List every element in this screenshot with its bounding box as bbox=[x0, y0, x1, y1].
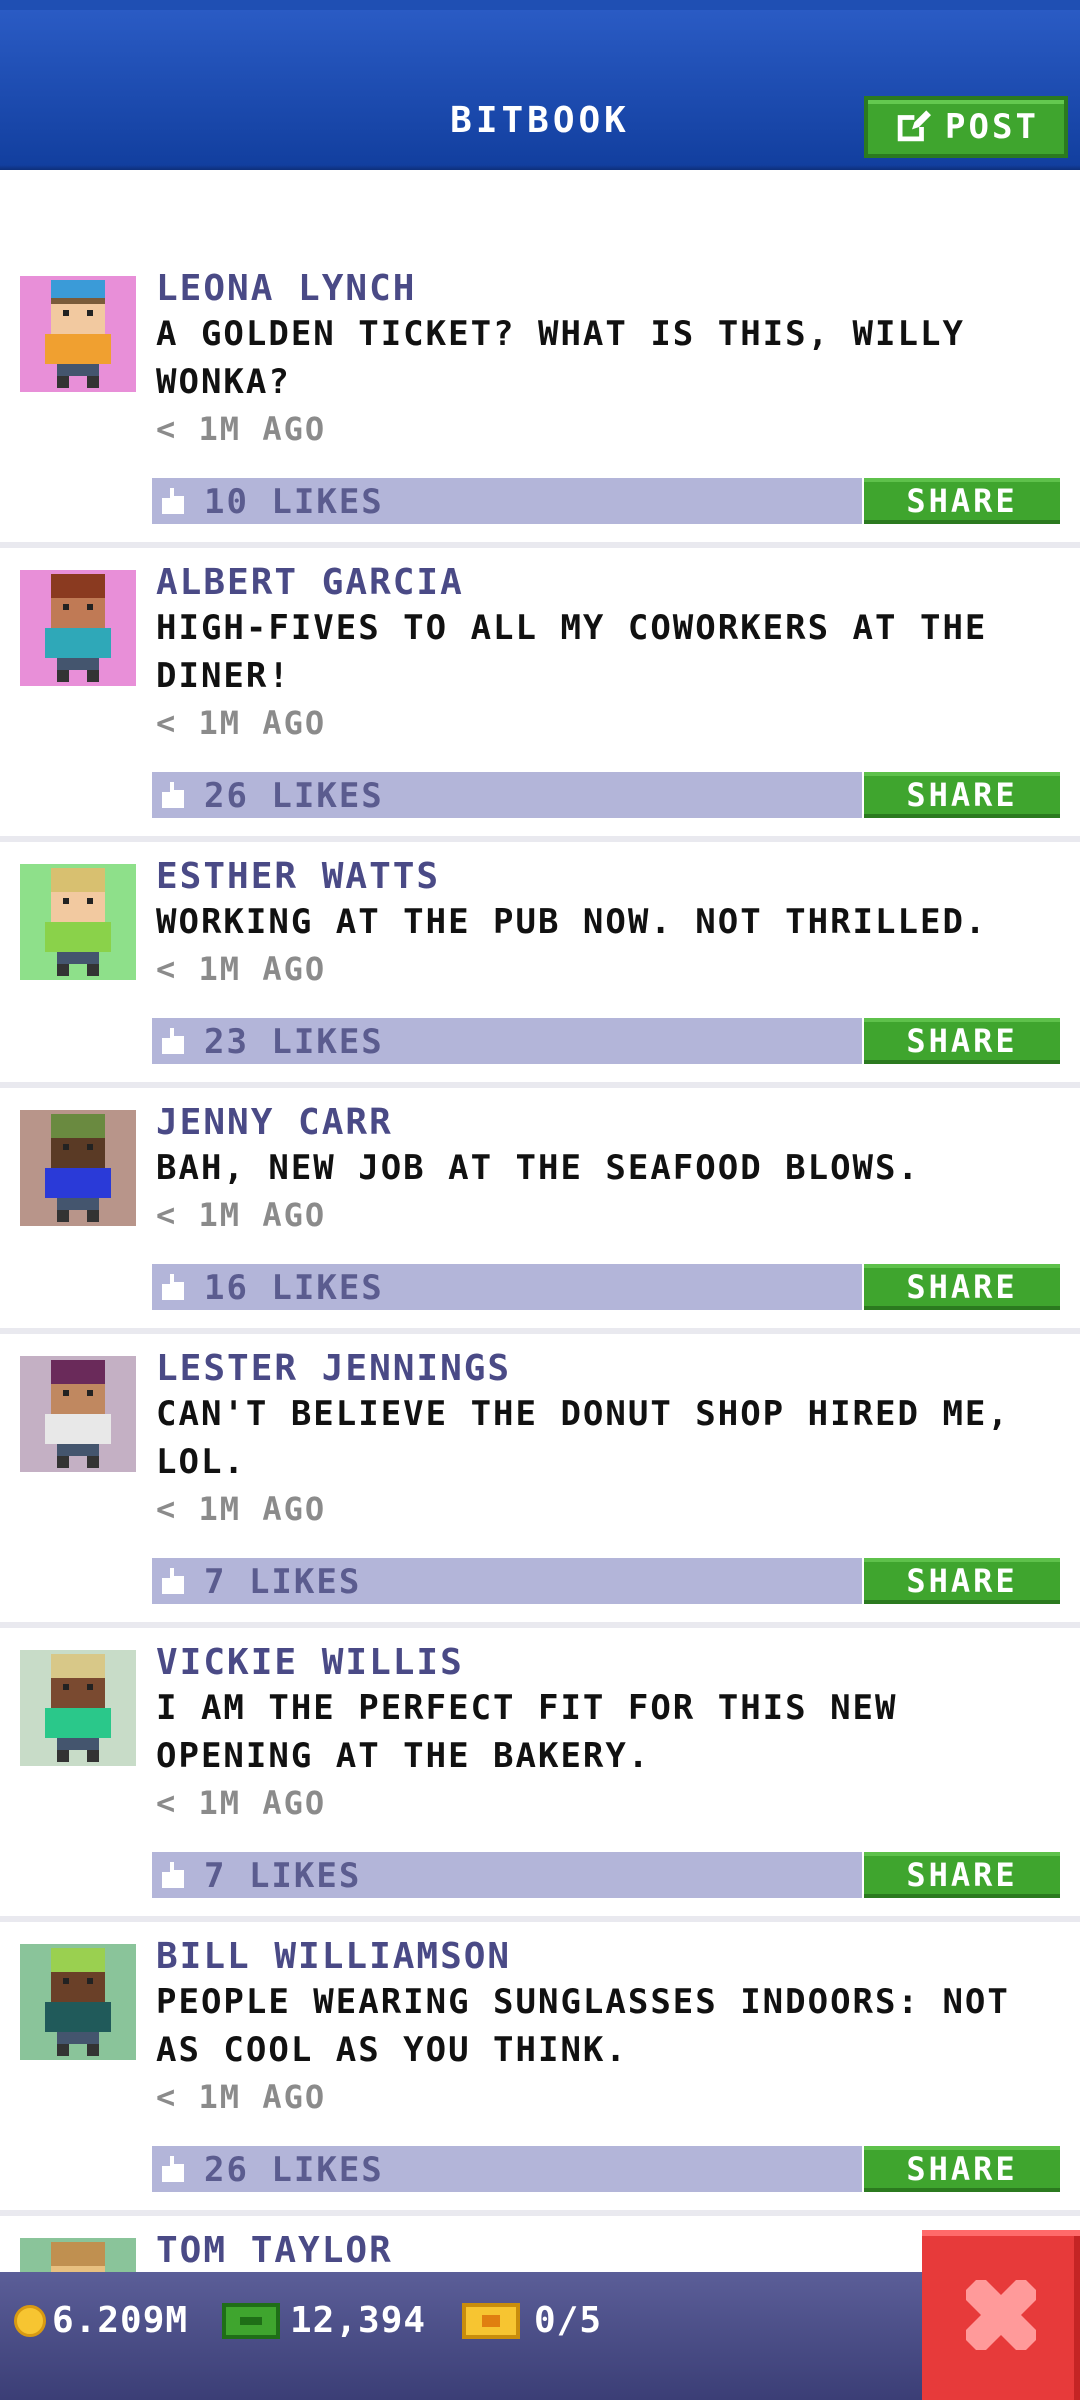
like-bar[interactable]: 10 LIKES bbox=[152, 478, 862, 524]
coins-stat: 6.209M bbox=[14, 2300, 188, 2341]
tickets-stat: 0/5 bbox=[462, 2300, 602, 2341]
thumbs-up-icon bbox=[162, 1568, 184, 1594]
bux-icon bbox=[222, 2302, 280, 2339]
like-count: 26 LIKES bbox=[204, 776, 384, 816]
post-author[interactable]: ALBERT GARCIA bbox=[156, 562, 464, 603]
person-icon bbox=[45, 1360, 111, 1468]
post-divider bbox=[0, 1328, 1080, 1334]
share-button[interactable]: SHARE bbox=[864, 1264, 1060, 1310]
thumbs-up-icon bbox=[162, 1862, 184, 1888]
status-bar: 6.209M 12,394 0/5 bbox=[0, 2272, 1080, 2400]
post-text: CAN'T BELIEVE THE DONUT SHOP HIRED ME, L… bbox=[156, 1394, 1010, 1482]
post-author[interactable]: JENNY CARR bbox=[156, 1102, 393, 1143]
post-author[interactable]: TOM TAYLOR bbox=[156, 2230, 393, 2271]
post-time: < 1M AGO bbox=[156, 2078, 327, 2116]
avatar[interactable] bbox=[20, 1356, 136, 1472]
avatar[interactable] bbox=[20, 1944, 136, 2060]
like-count: 7 LIKES bbox=[204, 1856, 362, 1896]
like-count: 23 LIKES bbox=[204, 1022, 384, 1062]
coins-value: 6.209M bbox=[52, 2300, 189, 2341]
like-bar[interactable]: 26 LIKES bbox=[152, 772, 862, 818]
like-bar[interactable]: 7 LIKES bbox=[152, 1558, 862, 1604]
person-icon bbox=[45, 1948, 111, 2056]
post-author[interactable]: LEONA LYNCH bbox=[156, 268, 416, 309]
post-time: < 1M AGO bbox=[156, 410, 327, 448]
share-button[interactable]: SHARE bbox=[864, 1852, 1060, 1898]
person-icon bbox=[45, 574, 111, 682]
post-divider bbox=[0, 1622, 1080, 1628]
post-divider bbox=[0, 836, 1080, 842]
person-icon bbox=[45, 280, 111, 388]
thumbs-up-icon bbox=[162, 2156, 184, 2182]
post-author[interactable]: VICKIE WILLIS bbox=[156, 1642, 464, 1683]
avatar[interactable] bbox=[20, 1110, 136, 1226]
person-icon bbox=[45, 1114, 111, 1222]
tickets-value: 0/5 bbox=[534, 2300, 603, 2341]
like-bar[interactable]: 7 LIKES bbox=[152, 1852, 862, 1898]
bux-stat: 12,394 bbox=[222, 2300, 426, 2341]
post-divider bbox=[0, 1916, 1080, 1922]
compose-icon bbox=[897, 110, 932, 142]
thumbs-up-icon bbox=[162, 1274, 184, 1300]
avatar[interactable] bbox=[20, 1650, 136, 1766]
post-button[interactable]: POST bbox=[864, 96, 1068, 158]
person-icon bbox=[45, 1654, 111, 1762]
close-button[interactable] bbox=[922, 2230, 1080, 2400]
post-text: HIGH-FIVES TO ALL MY COWORKERS AT THE DI… bbox=[156, 608, 988, 696]
share-button[interactable]: SHARE bbox=[864, 2146, 1060, 2192]
app-header: BITBOOK POST bbox=[0, 0, 1080, 170]
post-text: PEOPLE WEARING SUNGLASSES INDOORS: NOT A… bbox=[156, 1982, 1010, 2070]
post-text: I AM THE PERFECT FIT FOR THIS NEW OPENIN… bbox=[156, 1688, 898, 1776]
avatar[interactable] bbox=[20, 276, 136, 392]
thumbs-up-icon bbox=[162, 1028, 184, 1054]
like-bar[interactable]: 26 LIKES bbox=[152, 2146, 862, 2192]
ticket-icon bbox=[462, 2302, 520, 2339]
share-button[interactable]: SHARE bbox=[864, 772, 1060, 818]
post-divider bbox=[0, 2210, 1080, 2216]
post-text: A GOLDEN TICKET? WHAT IS THIS, WILLY WON… bbox=[156, 314, 965, 402]
share-button[interactable]: SHARE bbox=[864, 1558, 1060, 1604]
avatar[interactable] bbox=[20, 570, 136, 686]
like-count: 16 LIKES bbox=[204, 1268, 384, 1308]
post-button-label: POST bbox=[945, 107, 1039, 147]
close-icon bbox=[966, 2280, 1036, 2350]
post-text: WORKING AT THE PUB NOW. NOT THRILLED. bbox=[156, 902, 988, 942]
like-bar[interactable]: 16 LIKES bbox=[152, 1264, 862, 1310]
post-time: < 1M AGO bbox=[156, 704, 327, 742]
like-count: 26 LIKES bbox=[204, 2150, 384, 2190]
post-time: < 1M AGO bbox=[156, 950, 327, 988]
share-button[interactable]: SHARE bbox=[864, 478, 1060, 524]
post-time: < 1M AGO bbox=[156, 1784, 327, 1822]
post-divider bbox=[0, 542, 1080, 548]
like-count: 7 LIKES bbox=[204, 1562, 362, 1602]
like-bar[interactable]: 23 LIKES bbox=[152, 1018, 862, 1064]
post-author[interactable]: LESTER JENNINGS bbox=[156, 1348, 511, 1389]
post-author[interactable]: BILL WILLIAMSON bbox=[156, 1936, 511, 1977]
share-button[interactable]: SHARE bbox=[864, 1018, 1060, 1064]
thumbs-up-icon bbox=[162, 782, 184, 808]
person-icon bbox=[45, 868, 111, 976]
post-time: < 1M AGO bbox=[156, 1196, 327, 1234]
post-text: BAH, NEW JOB AT THE SEAFOOD BLOWS. bbox=[156, 1148, 920, 1188]
bux-value: 12,394 bbox=[290, 2300, 427, 2341]
post-time: < 1M AGO bbox=[156, 1490, 327, 1528]
avatar[interactable] bbox=[20, 864, 136, 980]
post-divider bbox=[0, 1082, 1080, 1088]
like-count: 10 LIKES bbox=[204, 482, 384, 522]
thumbs-up-icon bbox=[162, 488, 184, 514]
post-author[interactable]: ESTHER WATTS bbox=[156, 856, 440, 897]
coin-icon bbox=[14, 2304, 46, 2337]
